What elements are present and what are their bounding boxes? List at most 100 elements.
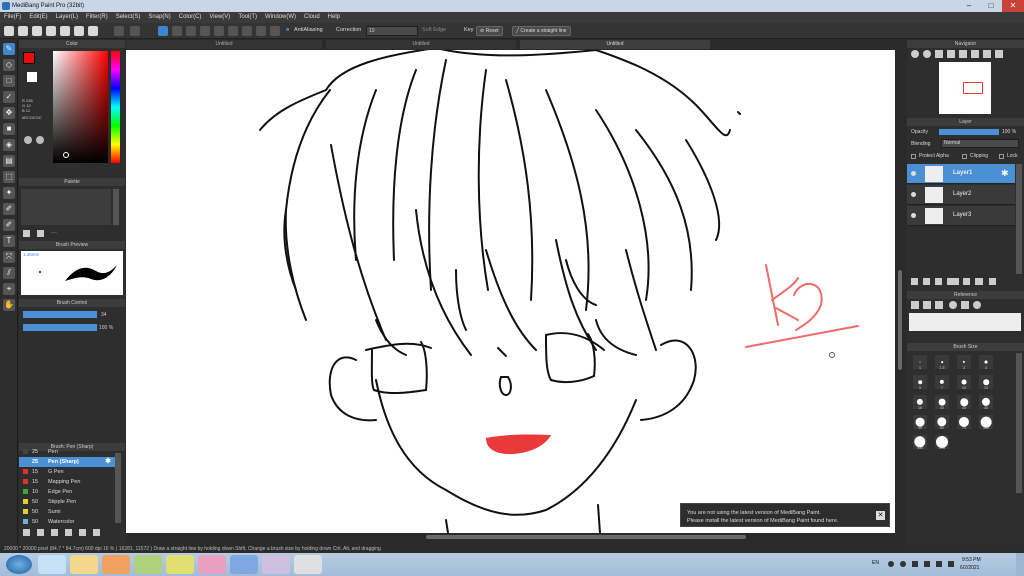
snap-vanish-icon[interactable]: [200, 26, 210, 36]
brush-size-cell[interactable]: 30: [979, 395, 993, 410]
brush-size-cell[interactable]: 150: [913, 435, 927, 450]
bucket-tool-icon[interactable]: ◈: [3, 139, 15, 151]
zalo-icon[interactable]: [198, 555, 226, 574]
new-halftone-layer-icon[interactable]: [923, 278, 930, 285]
minimize-icon[interactable]: –: [958, 0, 980, 12]
volume-icon[interactable]: [948, 561, 954, 567]
reference-fit-icon[interactable]: [961, 301, 969, 309]
color-wheel-icon[interactable]: [36, 136, 44, 144]
update-notice[interactable]: You are not using the latest version of …: [680, 503, 890, 527]
select-tool-icon[interactable]: ✓: [3, 91, 15, 103]
magic-wand-icon[interactable]: ✦: [3, 187, 15, 199]
vscroll-thumb[interactable]: [898, 270, 902, 370]
hue-slider[interactable]: [111, 51, 120, 163]
zoom-out-icon[interactable]: [923, 50, 931, 58]
clock-time[interactable]: 9:53 PM: [962, 557, 981, 563]
layer-row[interactable]: Layer1 ✱: [907, 164, 1015, 184]
chrome-icon[interactable]: [166, 555, 194, 574]
color-hex-value[interactable]: #ECOCOC: [22, 115, 42, 120]
secondary-color-swatch[interactable]: [27, 72, 37, 82]
visibility-icon[interactable]: [911, 171, 916, 176]
navigator-preview[interactable]: [907, 60, 1024, 118]
color-mode-icon[interactable]: [24, 136, 32, 144]
visibility-icon[interactable]: [911, 192, 916, 197]
eyedropper-icon[interactable]: ⌖: [3, 283, 15, 295]
reference-area[interactable]: [909, 313, 1021, 331]
visibility-icon[interactable]: [911, 213, 916, 218]
redo-icon[interactable]: [130, 26, 140, 36]
palette-more-icon[interactable]: ···: [51, 230, 57, 237]
menu-edit[interactable]: Edit(E): [29, 12, 47, 23]
brush-size-cell[interactable]: 5: [913, 375, 927, 390]
palette-area[interactable]: [21, 189, 111, 225]
app-icon-green[interactable]: [134, 555, 162, 574]
network-icon[interactable]: [936, 561, 942, 567]
brush-size-cell[interactable]: 2: [957, 355, 971, 370]
straight-line-button[interactable]: ╱ Create a straight line: [512, 26, 571, 36]
menu-window[interactable]: Window(W): [265, 12, 296, 23]
rotate-left-icon[interactable]: [959, 50, 967, 58]
snap-edit-icon[interactable]: [270, 26, 280, 36]
snap-icon[interactable]: [74, 26, 84, 36]
reference-open-icon[interactable]: [911, 301, 919, 309]
snap-settings-icon[interactable]: [256, 26, 266, 36]
chrome-alt-icon[interactable]: [294, 555, 322, 574]
snap-circle-icon[interactable]: [228, 26, 238, 36]
layer-opacity-slider[interactable]: [939, 129, 999, 135]
brush-settings-gear-icon[interactable]: ✱: [105, 457, 111, 467]
save-icon[interactable]: [32, 26, 42, 36]
brush-size-cell[interactable]: 70: [957, 415, 971, 430]
brush-folder-icon[interactable]: [37, 529, 44, 536]
notice-close-icon[interactable]: ✕: [876, 511, 885, 520]
rotate-right-icon[interactable]: [971, 50, 979, 58]
tray-icon-2[interactable]: [900, 561, 906, 567]
tray-icon-3[interactable]: [912, 561, 918, 567]
brush-size-cell[interactable]: 15: [913, 395, 927, 410]
brush-copy-icon[interactable]: [51, 529, 58, 536]
merge-down-icon[interactable]: [963, 278, 970, 285]
word-icon[interactable]: [230, 555, 258, 574]
snap-off-icon[interactable]: [158, 26, 168, 36]
eraser-tool-icon[interactable]: ◇: [3, 59, 15, 71]
brush-list-item[interactable]: 15 Mapping Pen: [19, 477, 115, 487]
correction-select[interactable]: 10: [366, 26, 418, 36]
layer-scrollbar[interactable]: [1016, 164, 1022, 274]
brush-opacity-slider[interactable]: [23, 324, 97, 331]
language-indicator[interactable]: EN: [872, 560, 879, 566]
brush-list-item[interactable]: 15 G Pen: [19, 467, 115, 477]
clipping-checkbox[interactable]: [962, 154, 967, 159]
snap-parallel-icon[interactable]: [172, 26, 182, 36]
layer-row[interactable]: Layer3: [907, 206, 1015, 226]
brush-size-cell[interactable]: 100: [979, 415, 993, 430]
dot-tool-icon[interactable]: □: [3, 75, 15, 87]
menu-tool[interactable]: Tool(T): [238, 12, 257, 23]
file-explorer-icon[interactable]: [70, 555, 98, 574]
brush-list-item[interactable]: 50 Watercolor: [19, 517, 115, 527]
fill-shape-icon[interactable]: ■: [3, 123, 15, 135]
brush-list-item[interactable]: 10 Edge Pen: [19, 487, 115, 497]
brush-size-cell[interactable]: 25: [957, 395, 971, 410]
brush-settings-icon[interactable]: [65, 529, 72, 536]
blending-select[interactable]: Normal: [941, 139, 1019, 148]
brush-size-cell[interactable]: 10: [957, 375, 971, 390]
menu-snap[interactable]: Snap(N): [148, 12, 170, 23]
menu-help[interactable]: Help: [328, 12, 340, 23]
close-icon[interactable]: ✕: [1002, 0, 1024, 12]
hand-tool-icon[interactable]: ✋: [3, 299, 15, 311]
snap-cross-icon[interactable]: [186, 26, 196, 36]
brush-size-cell[interactable]: 200: [935, 435, 949, 450]
brush-size-cell[interactable]: 1.5: [935, 355, 949, 370]
internet-explorer-icon[interactable]: [38, 555, 66, 574]
pen-select-icon[interactable]: ✐: [3, 203, 15, 215]
menu-select[interactable]: Select(S): [116, 12, 141, 23]
media-player-icon[interactable]: [102, 555, 130, 574]
tab-untitled-2[interactable]: Untitled: [326, 40, 516, 49]
gradient-tool-icon[interactable]: ▤: [3, 155, 15, 167]
reference-zoom-in-icon[interactable]: [949, 301, 957, 309]
operation-tool-icon[interactable]: ⤧: [3, 251, 15, 263]
transform-icon[interactable]: [88, 26, 98, 36]
reference-close-icon[interactable]: [935, 301, 943, 309]
snap-radial-icon[interactable]: [214, 26, 224, 36]
menu-cloud[interactable]: Cloud: [304, 12, 320, 23]
new-file-icon[interactable]: [4, 26, 14, 36]
